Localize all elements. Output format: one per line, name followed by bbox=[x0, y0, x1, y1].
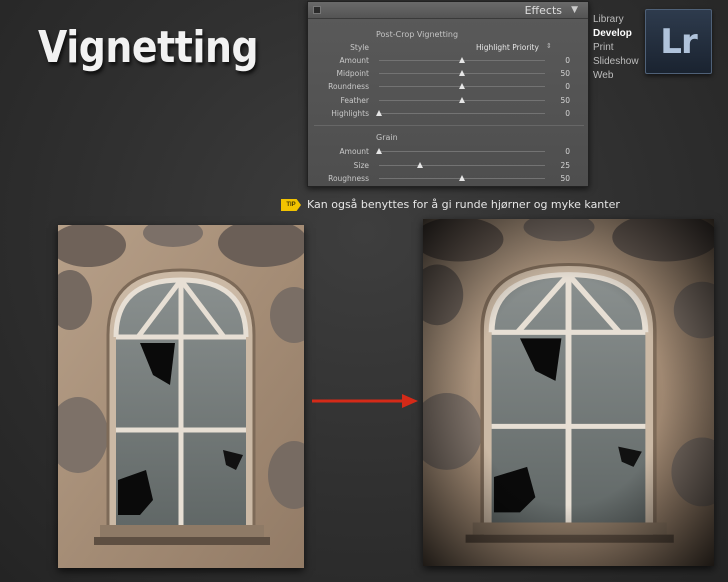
module-slideshow[interactable]: Slideshow bbox=[593, 55, 639, 69]
pc-midpoint-label: Midpoint bbox=[336, 69, 369, 79]
pc-amount-value[interactable]: 0 bbox=[550, 56, 570, 65]
effects-panel-title: Effects bbox=[524, 4, 562, 17]
pc-highlights-value[interactable]: 0 bbox=[550, 109, 570, 118]
pc-highlights-slider[interactable] bbox=[379, 112, 545, 114]
effects-panel: Effects ▼ Post-Crop Vignetting Style Hig… bbox=[307, 1, 589, 187]
style-label: Style bbox=[350, 43, 369, 52]
style-select[interactable]: Highlight Priority bbox=[476, 43, 539, 52]
pc-roundness-slider-thumb[interactable] bbox=[458, 83, 465, 90]
panel-divider bbox=[314, 125, 584, 126]
grain-amount-label: Amount bbox=[339, 147, 369, 156]
tip-text: Kan også benyttes for å gi runde hjørner… bbox=[307, 198, 620, 211]
select-arrows-icon[interactable]: ⇕ bbox=[546, 42, 552, 50]
grain-amount-slider-thumb[interactable] bbox=[375, 148, 382, 154]
arrow-right-icon bbox=[312, 394, 418, 408]
photo-before bbox=[58, 225, 304, 568]
grain-title: Grain bbox=[376, 133, 398, 142]
grain-size-slider[interactable] bbox=[379, 164, 545, 166]
module-picker: Library Develop Print Slideshow Web bbox=[593, 13, 639, 83]
pc-roundness-value[interactable]: 0 bbox=[550, 82, 570, 91]
panel-switch-icon[interactable] bbox=[313, 6, 321, 14]
pc-roundness-label: Roundness bbox=[328, 82, 369, 92]
grain-roughness-slider-thumb[interactable] bbox=[458, 175, 465, 181]
grain-roughness-label: Roughness bbox=[328, 174, 369, 183]
pc-midpoint-value[interactable]: 50 bbox=[550, 69, 570, 78]
pc-feather-slider-thumb[interactable] bbox=[458, 96, 465, 103]
grain-roughness-value[interactable]: 50 bbox=[550, 174, 570, 183]
lightroom-logo: Lr bbox=[645, 9, 712, 74]
tip-badge: TIP bbox=[281, 199, 301, 211]
grain-amount-value[interactable]: 0 bbox=[550, 147, 570, 156]
module-web[interactable]: Web bbox=[593, 69, 639, 83]
pc-midpoint-slider-thumb[interactable] bbox=[458, 70, 465, 77]
pc-amount-slider-thumb[interactable] bbox=[458, 57, 465, 63]
grain-size-label: Size bbox=[353, 160, 369, 170]
pc-highlights-label: Highlights bbox=[331, 108, 369, 118]
module-develop[interactable]: Develop bbox=[593, 27, 639, 41]
pc-amount-label: Amount bbox=[339, 56, 369, 65]
post-crop-vignetting-title: Post-Crop Vignetting bbox=[376, 30, 459, 39]
grain-amount-slider[interactable] bbox=[379, 151, 545, 152]
pc-feather-value[interactable]: 50 bbox=[550, 96, 570, 105]
grain-size-value[interactable]: 25 bbox=[550, 161, 570, 170]
module-library[interactable]: Library bbox=[593, 13, 639, 27]
slide-title: Vignetting bbox=[38, 22, 259, 73]
grain-size-slider-thumb[interactable] bbox=[417, 161, 423, 168]
module-print[interactable]: Print bbox=[593, 41, 639, 55]
effects-panel-header[interactable]: Effects ▼ bbox=[308, 2, 588, 19]
photo-after-vignetted bbox=[423, 219, 714, 566]
triangle-down-icon[interactable]: ▼ bbox=[571, 5, 578, 15]
pc-highlights-slider-thumb[interactable] bbox=[375, 109, 382, 116]
pc-feather-label: Feather bbox=[340, 95, 369, 105]
